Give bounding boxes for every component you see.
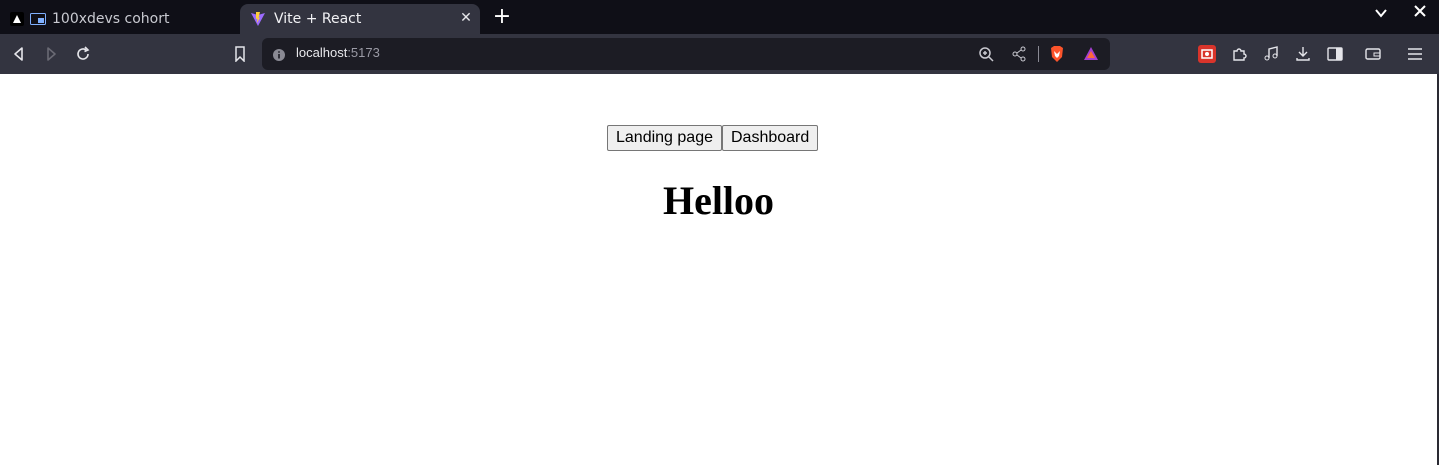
url-port: :5173	[347, 45, 380, 60]
tab-100xdevs[interactable]: 100xdevs cohort	[0, 4, 238, 34]
nav-buttons: Landing page Dashboard	[607, 125, 819, 151]
picture-in-picture-icon	[30, 13, 46, 25]
tab-label: 100xdevs cohort	[52, 11, 170, 27]
browser-toolbar: localhost:5173	[0, 34, 1439, 74]
dashboard-button[interactable]: Dashboard	[721, 125, 819, 151]
site-info-icon[interactable]	[272, 47, 286, 66]
landing-page-button[interactable]: Landing page	[607, 125, 722, 151]
forward-icon[interactable]	[40, 43, 62, 65]
tab-label: Vite + React	[274, 11, 362, 27]
vite-logo-icon	[250, 11, 266, 27]
tab-list-chevron-icon[interactable]	[1374, 6, 1388, 24]
back-icon[interactable]	[8, 43, 30, 65]
sidebar-icon[interactable]	[1324, 43, 1346, 65]
bookmark-icon[interactable]	[229, 43, 251, 65]
zoom-icon[interactable]	[978, 46, 994, 66]
extension-icon[interactable]	[1196, 43, 1218, 65]
url-host: localhost	[296, 45, 348, 60]
reload-icon[interactable]	[72, 43, 94, 65]
address-bar[interactable]: localhost:5173	[262, 38, 1110, 70]
tab-bar: 100xdevs cohort Vite + React ✕ +	[0, 0, 1439, 34]
tab-vite-react[interactable]: Vite + React ✕	[240, 4, 480, 34]
close-window-icon[interactable]	[1413, 4, 1427, 22]
close-tab-icon[interactable]: ✕	[458, 10, 474, 26]
url-divider	[1038, 46, 1039, 62]
menu-icon[interactable]	[1404, 43, 1426, 65]
share-icon[interactable]	[1011, 46, 1027, 66]
page-heading: Helloo	[662, 178, 775, 223]
brave-shields-icon[interactable]	[1048, 45, 1066, 67]
download-icon[interactable]	[1292, 43, 1314, 65]
wallet-icon[interactable]	[1362, 43, 1384, 65]
brave-rewards-icon[interactable]	[1082, 45, 1100, 67]
media-music-icon[interactable]	[1260, 43, 1282, 65]
url-text: localhost:5173	[296, 45, 380, 60]
extensions-puzzle-icon[interactable]	[1228, 43, 1250, 65]
new-tab-button[interactable]: +	[492, 6, 512, 28]
page-viewport: Landing page Dashboard Helloo	[0, 74, 1437, 465]
tab-favicon-icon	[10, 12, 24, 26]
